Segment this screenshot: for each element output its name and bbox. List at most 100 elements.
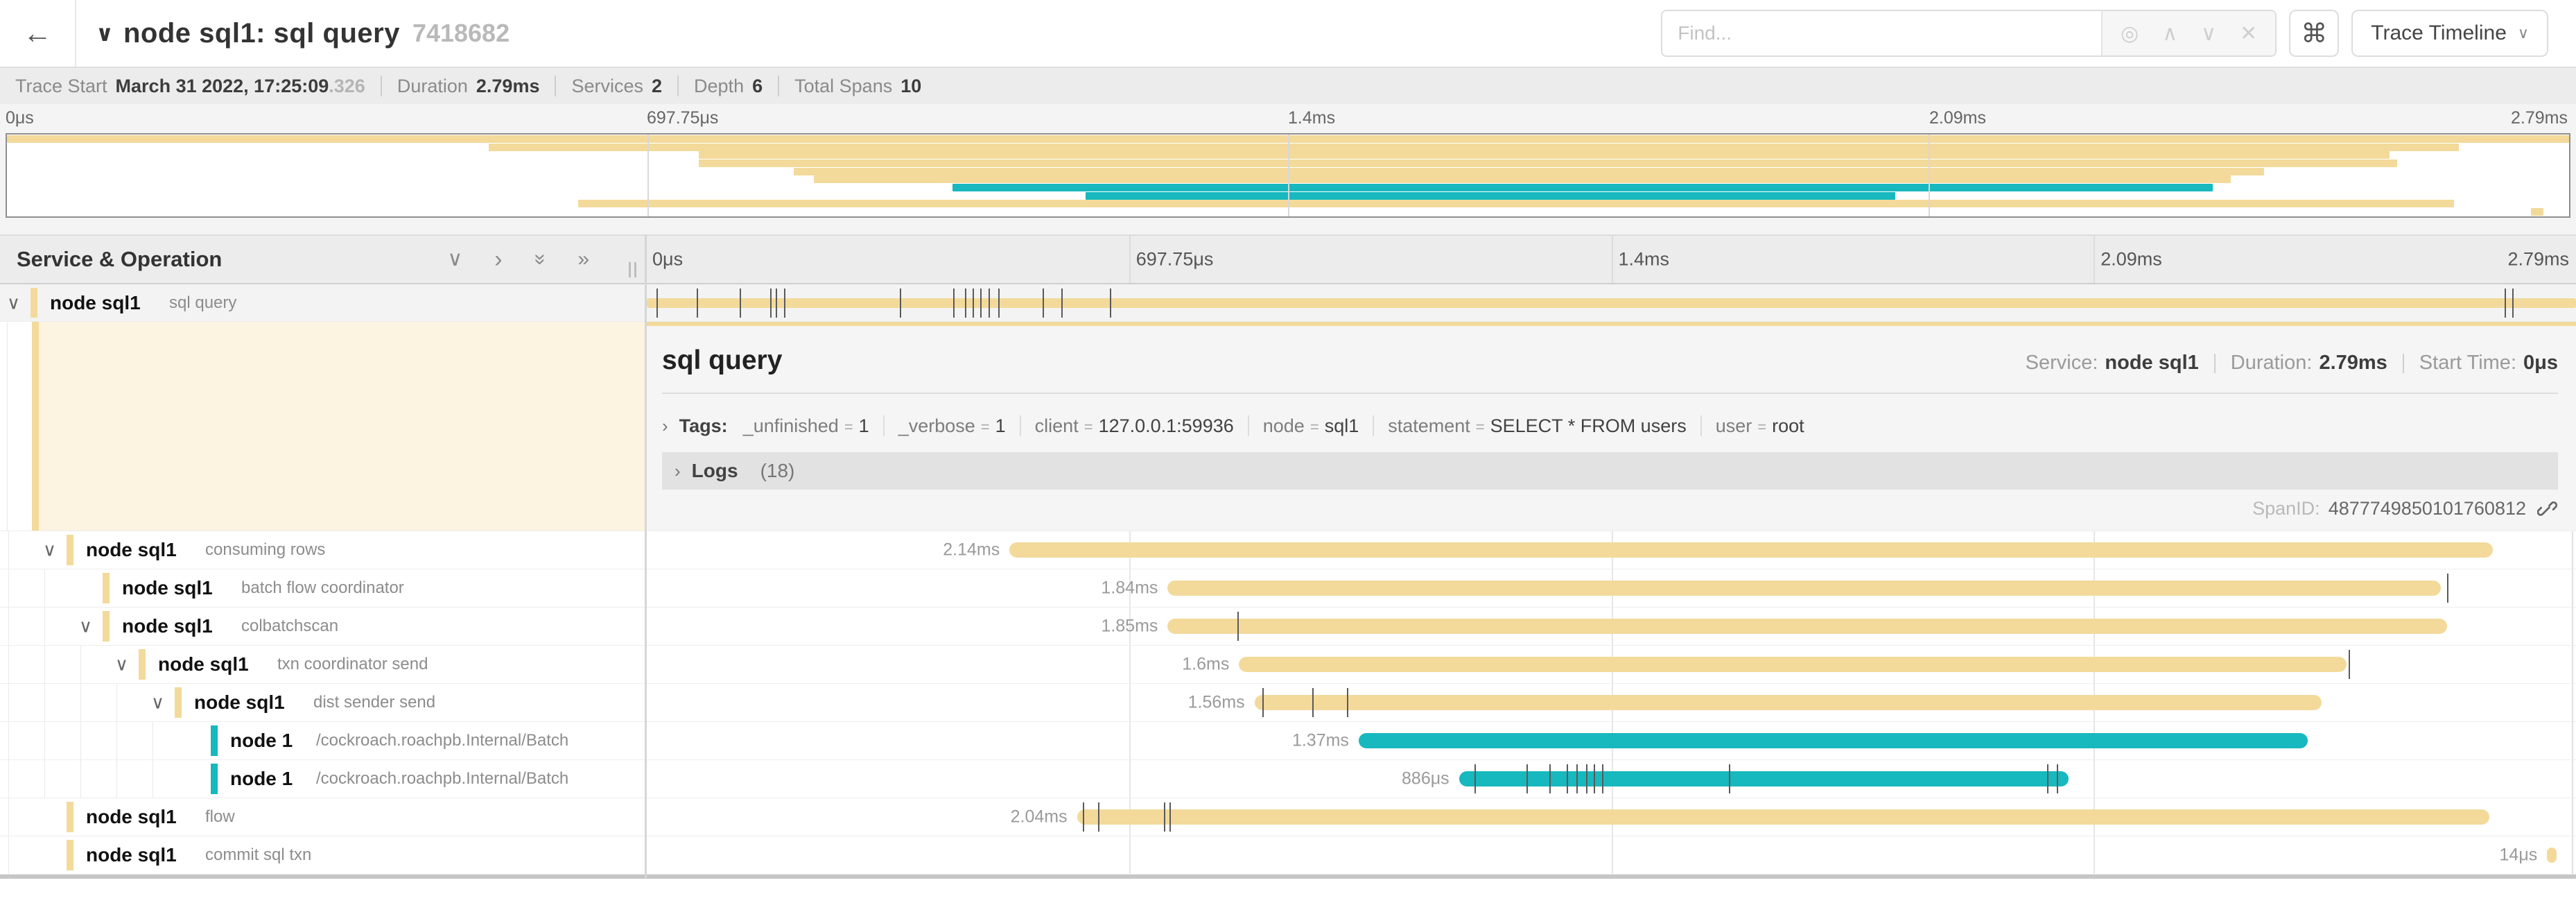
- log-marker-tick: [2505, 289, 2506, 318]
- log-marker-tick: [900, 289, 901, 318]
- span-duration-label: 1.6ms: [1182, 655, 1229, 675]
- span-bar-row[interactable]: 2.04ms: [647, 798, 2576, 836]
- span-bar-row[interactable]: 1.37ms: [647, 722, 2576, 760]
- span-tree-row[interactable]: ∨node sql1sql query: [0, 284, 645, 322]
- span-duration-label: 886μs: [1402, 769, 1450, 789]
- tag-separator: [883, 415, 885, 436]
- tag-item: _verbose=1: [898, 415, 1006, 437]
- log-marker-tick: [1602, 764, 1603, 793]
- span-bar[interactable]: [1359, 733, 2308, 748]
- logs-label: Logs: [692, 460, 738, 482]
- chevron-down-icon[interactable]: ∨: [151, 692, 164, 714]
- keyboard-shortcuts-button[interactable]: ⌘: [2289, 10, 2339, 57]
- span-operation-name: consuming rows: [205, 540, 325, 560]
- tree-timeline-divider[interactable]: [645, 234, 647, 878]
- prev-result-icon[interactable]: ∧: [2162, 22, 2177, 46]
- column-resize-handle[interactable]: [629, 262, 636, 277]
- collapse-all-icon[interactable]: »: [530, 254, 550, 266]
- top-bar-controls: ◎ ∧ ∨ ✕ ⌘ Trace Timeline ∨: [1661, 10, 2548, 57]
- log-marker-tick: [998, 289, 1000, 318]
- span-bar-row[interactable]: 1.6ms: [647, 646, 2576, 684]
- span-color-bar: [31, 288, 37, 318]
- log-marker-tick: [973, 289, 974, 318]
- equals-sign: =: [1757, 418, 1766, 436]
- span-tree-row[interactable]: ∨node sql1dist sender send: [0, 684, 645, 722]
- find-input[interactable]: [1662, 11, 2101, 55]
- span-bar-row[interactable]: 886μs: [647, 760, 2576, 798]
- chevron-right-icon: ›: [662, 415, 668, 437]
- log-marker-tick: [2447, 574, 2448, 603]
- chevron-down-icon[interactable]: ∨: [7, 292, 20, 313]
- minimap-span-bar: [489, 144, 2459, 151]
- span-tree-row[interactable]: node sql1flow: [0, 798, 645, 836]
- trace-info-item: Services2: [571, 76, 662, 97]
- chevron-down-icon[interactable]: ∨: [43, 540, 56, 561]
- chevron-down-icon[interactable]: ∨: [115, 654, 128, 676]
- span-bar[interactable]: [1077, 809, 2489, 825]
- span-tree-row[interactable]: ∨node sql1colbatchscan: [0, 608, 645, 646]
- span-bar-row[interactable]: 1.85ms: [647, 608, 2576, 646]
- expand-all-icon[interactable]: »: [577, 249, 589, 270]
- span-bar[interactable]: [1167, 619, 2446, 634]
- span-detail-meta: Service:node sql1Duration:2.79msStart Ti…: [2026, 352, 2558, 375]
- collapse-trace-header-icon[interactable]: ∨: [96, 20, 114, 46]
- span-service-name: node sql1: [122, 577, 213, 599]
- ruler-tick-label: 2.79ms: [2507, 249, 2569, 270]
- next-result-icon[interactable]: ∨: [2201, 22, 2216, 46]
- span-bar[interactable]: [2547, 848, 2557, 863]
- span-detail-title: sql query: [662, 345, 2026, 376]
- minimap-gridline: [1929, 135, 1930, 216]
- span-bar[interactable]: [1239, 657, 2346, 672]
- span-bar[interactable]: [647, 298, 2576, 308]
- ruler-gridline: [2094, 236, 2095, 283]
- span-bar[interactable]: [1009, 542, 2493, 558]
- span-bar-row[interactable]: 2.14ms: [647, 531, 2576, 569]
- span-duration-label: 14μs: [2500, 845, 2538, 866]
- trace-info-item: Trace StartMarch 31 2022, 17:25:09.326: [15, 76, 365, 97]
- trace-info-value: 6: [752, 76, 763, 97]
- log-marker-tick: [1594, 764, 1595, 793]
- log-marker-tick: [1347, 688, 1348, 717]
- tags-accordion[interactable]: ›Tags:_unfinished=1_verbose=1client=127.…: [662, 408, 2558, 444]
- span-bar-row[interactable]: 14μs: [647, 836, 2576, 875]
- span-color-bar: [67, 535, 73, 565]
- span-operation-name: /cockroach.roachpb.Internal/Batch: [316, 731, 568, 750]
- log-marker-tick: [1061, 289, 1063, 318]
- span-bar[interactable]: [1255, 695, 2322, 710]
- span-operation-name: /cockroach.roachpb.Internal/Batch: [316, 769, 568, 789]
- span-bar-row[interactable]: 1.56ms: [647, 684, 2576, 722]
- log-marker-tick: [1729, 764, 1730, 793]
- span-tree-row[interactable]: node sql1batch flow coordinator: [0, 569, 645, 608]
- trace-info-label: Depth: [694, 76, 744, 97]
- span-bar-row[interactable]: 1.84ms: [647, 569, 2576, 608]
- link-icon[interactable]: [2537, 499, 2558, 519]
- view-selector-dropdown[interactable]: Trace Timeline ∨: [2351, 10, 2548, 57]
- span-tree-row[interactable]: node 1/cockroach.roachpb.Internal/Batch: [0, 722, 645, 760]
- log-marker-tick: [1043, 289, 1044, 318]
- log-marker-tick: [1474, 764, 1476, 793]
- span-tree-row[interactable]: ∨node sql1consuming rows: [0, 531, 645, 569]
- span-tree-row[interactable]: node 1/cockroach.roachpb.Internal/Batch: [0, 760, 645, 798]
- tag-item: _unfinished=1: [743, 415, 869, 437]
- span-tree-row[interactable]: ∨node sql1txn coordinator send: [0, 646, 645, 684]
- span-bar[interactable]: [1167, 580, 2441, 596]
- span-color-bar: [175, 687, 182, 718]
- back-button[interactable]: ←: [0, 0, 76, 67]
- span-tree-row[interactable]: node sql1commit sql txn: [0, 836, 645, 875]
- expand-one-icon[interactable]: ›: [494, 248, 502, 271]
- span-bar-row[interactable]: [647, 284, 2576, 322]
- collapse-one-icon[interactable]: ∨: [447, 249, 462, 270]
- tag-key: user: [1716, 415, 1752, 437]
- clear-search-icon[interactable]: ✕: [2240, 22, 2257, 46]
- locate-icon[interactable]: ◎: [2121, 22, 2139, 46]
- find-nav-icons: ◎ ∧ ∨ ✕: [2101, 11, 2275, 55]
- tag-value: root: [1772, 415, 1804, 437]
- span-duration-label: 2.14ms: [943, 540, 1000, 560]
- top-bar: ← ∨ node sql1: sql query 7418682 ◎∧∨✕ ⌘ …: [0, 0, 2576, 67]
- logs-accordion[interactable]: ›Logs(18): [662, 452, 2558, 490]
- chevron-down-icon[interactable]: ∨: [79, 616, 92, 637]
- minimap-span-bar: [814, 175, 2231, 183]
- log-marker-tick: [784, 289, 785, 318]
- minimap-canvas[interactable]: [6, 133, 2570, 218]
- log-marker-tick: [1312, 688, 1314, 717]
